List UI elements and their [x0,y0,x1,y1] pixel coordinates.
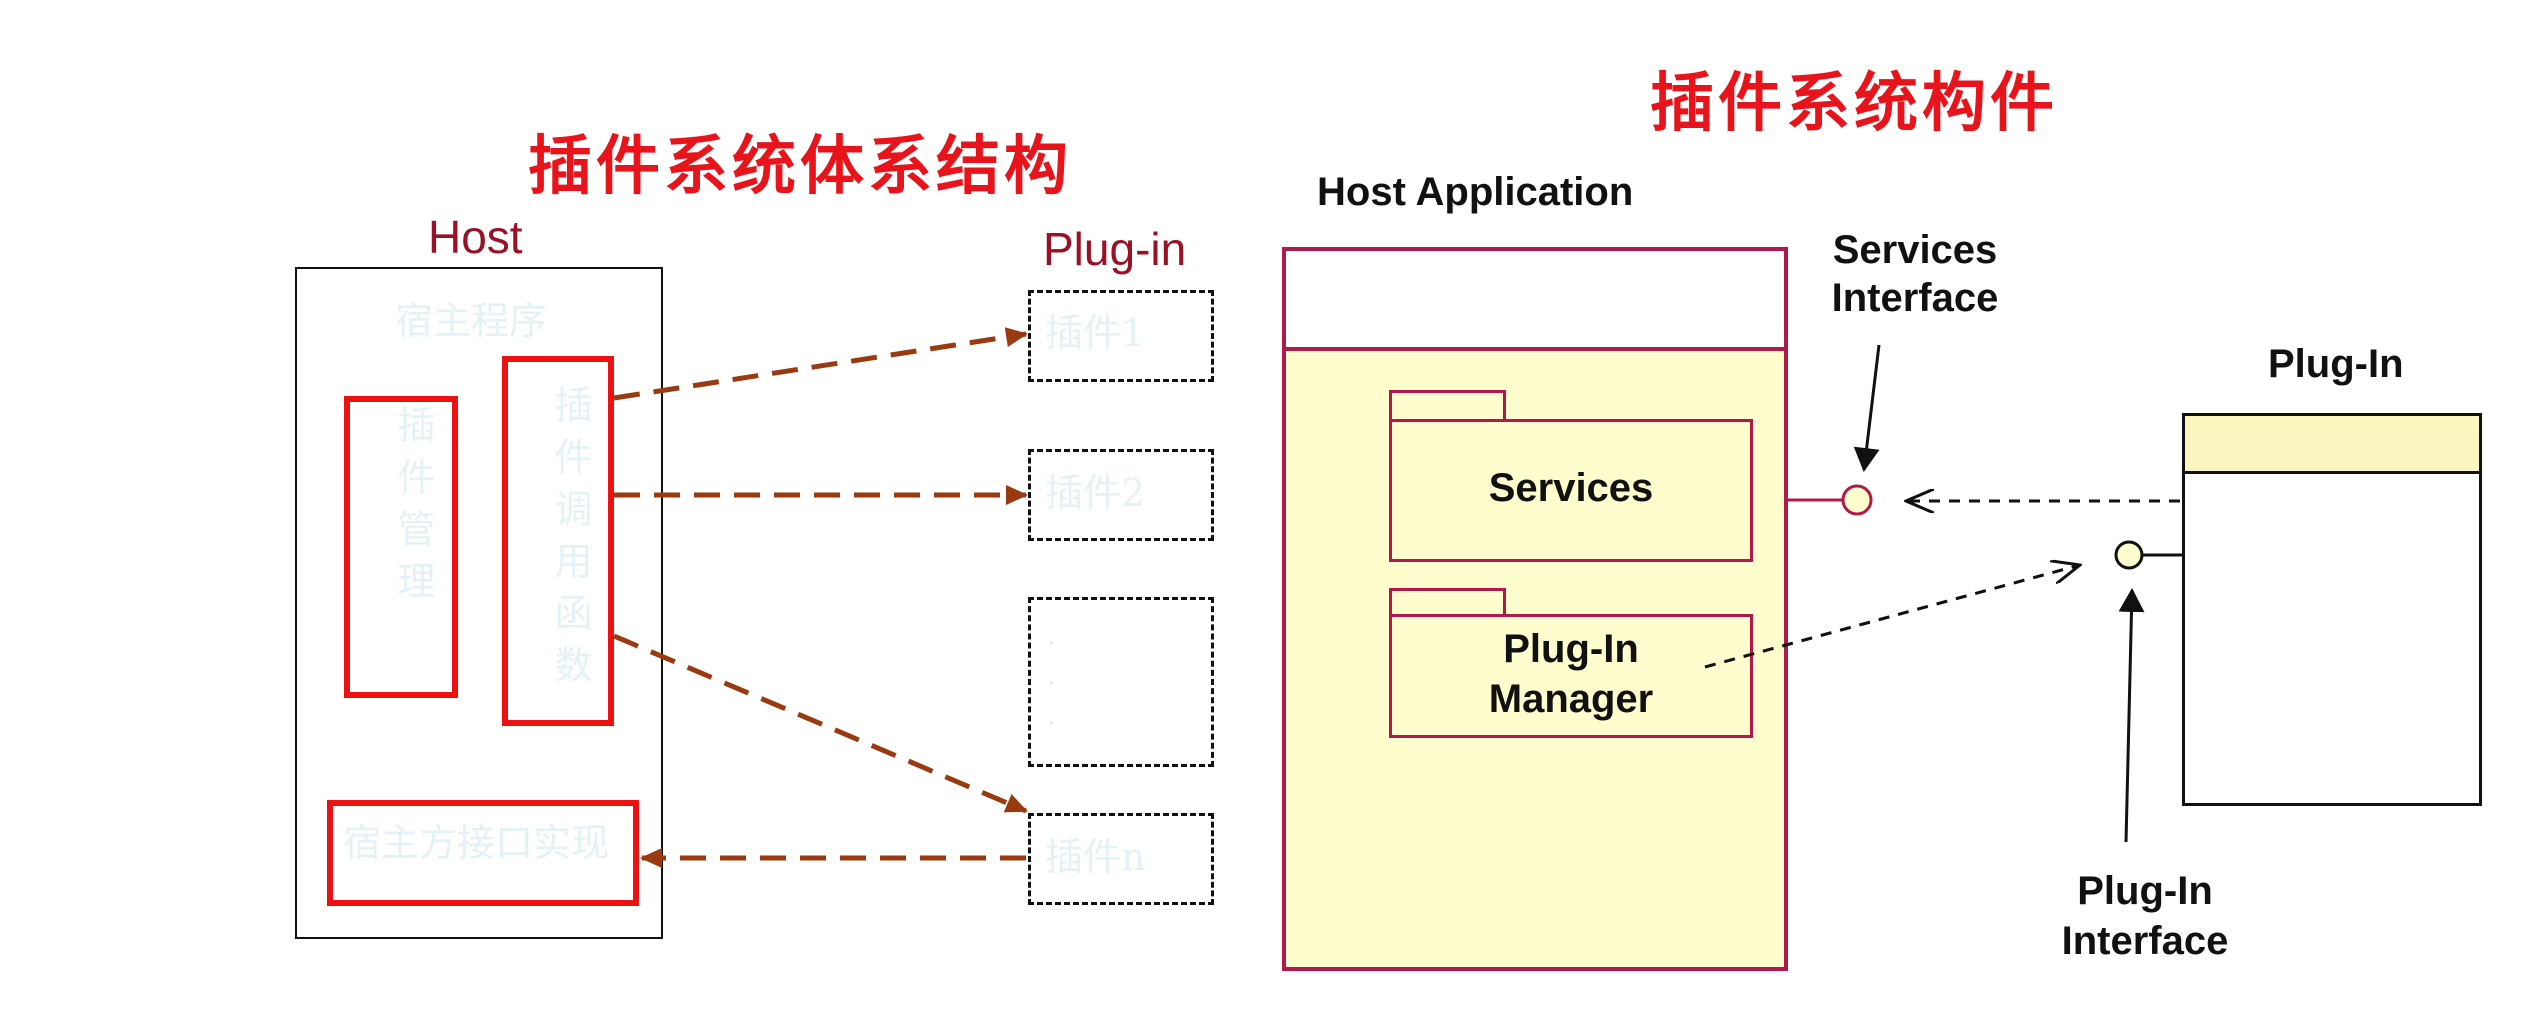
plugin-interface-pointer [2118,588,2145,843]
manager-to-plugin-dependency [1704,565,2080,669]
plugin-interface-circle [2114,540,2144,570]
arrow-call-to-pluginn [613,633,1028,814]
services-interface-pointer [1853,344,1881,472]
services-interface-circle [1841,484,1873,516]
connectors-layer [613,327,2182,868]
arrow-call-to-plugin1 [613,327,1028,401]
